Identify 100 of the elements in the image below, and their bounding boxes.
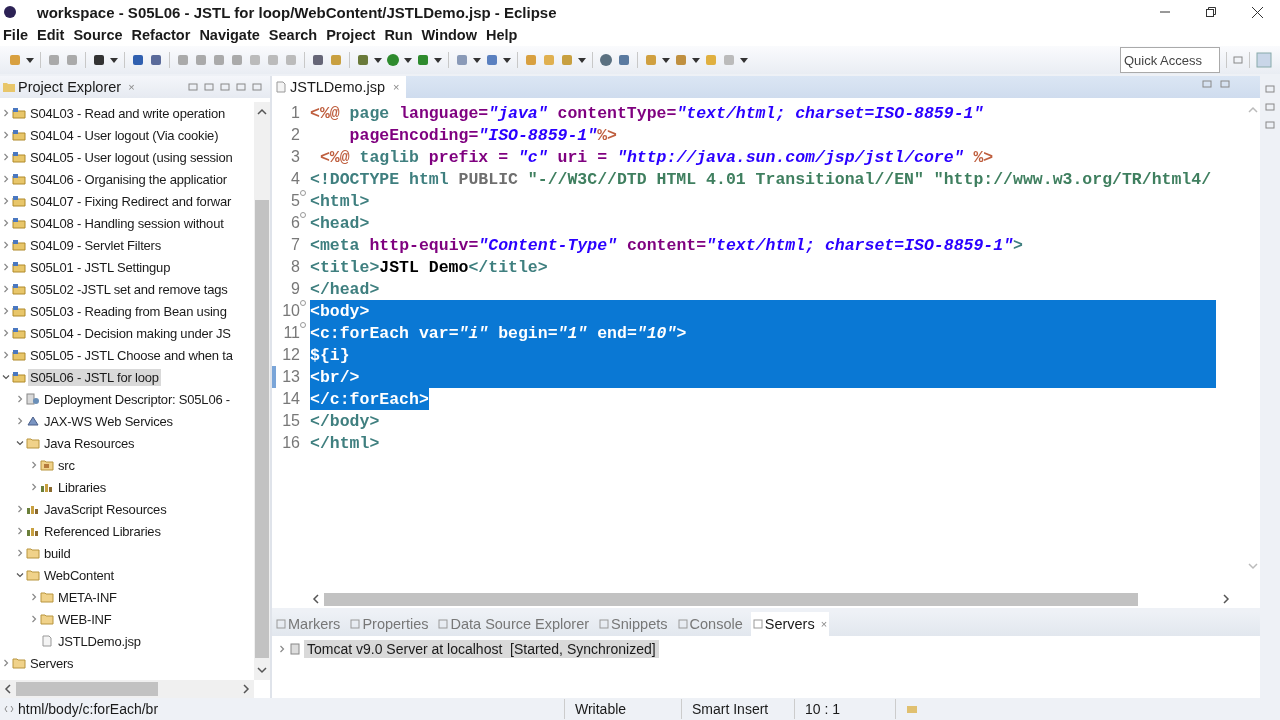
tree-item[interactable]: S05L05 - JSTL Choose and when ta xyxy=(28,346,235,364)
scroll-right-icon[interactable] xyxy=(242,684,250,694)
view-tab[interactable]: Data Source Explorer xyxy=(450,616,590,632)
chevron-right-icon[interactable] xyxy=(2,285,10,293)
close-icon[interactable]: × xyxy=(393,81,400,93)
dropdown-icon[interactable] xyxy=(110,57,118,63)
tree-item[interactable]: S04L03 - Read and write operation xyxy=(28,104,228,122)
tree-item[interactable]: Referenced Libraries xyxy=(42,522,163,540)
dropdown-icon[interactable] xyxy=(26,57,34,63)
chevron-right-icon[interactable] xyxy=(278,645,286,653)
scroll-up-icon[interactable] xyxy=(257,108,267,116)
tree-item[interactable]: Java Resources xyxy=(42,434,137,452)
chevron-right-icon[interactable] xyxy=(2,307,10,315)
chevron-right-icon[interactable] xyxy=(2,175,10,183)
view-tab[interactable]: Properties xyxy=(362,616,429,632)
tree-item[interactable]: JAX-WS Web Services xyxy=(42,412,175,430)
view-tab[interactable]: Console xyxy=(689,616,743,632)
tree-item[interactable]: build xyxy=(42,544,73,562)
dropdown-icon[interactable] xyxy=(434,57,442,63)
toolbar-icon[interactable] xyxy=(311,53,325,67)
scroll-left-icon[interactable] xyxy=(4,684,12,694)
dropdown-icon[interactable] xyxy=(740,57,748,63)
tree-item[interactable]: S05L03 - Reading from Bean using xyxy=(28,302,229,320)
toolbar-icon[interactable] xyxy=(131,53,145,67)
server-item[interactable]: Tomcat v9.0 Server at localhost [Started, Synchronized] xyxy=(304,640,659,658)
dropdown-icon[interactable] xyxy=(374,57,382,63)
chevron-right-icon[interactable] xyxy=(2,197,10,205)
dropdown-icon[interactable] xyxy=(404,57,412,63)
close-icon[interactable]: × xyxy=(820,618,828,630)
minimize-icon[interactable] xyxy=(1202,79,1212,89)
menu-item[interactable]: Source xyxy=(73,26,123,44)
chevron-right-icon[interactable] xyxy=(2,241,10,249)
tree-item[interactable]: S04L09 - Servlet Filters xyxy=(28,236,164,254)
scroll-left-icon[interactable] xyxy=(312,594,320,604)
chevron-down-icon[interactable] xyxy=(16,439,24,447)
dropdown-icon[interactable] xyxy=(473,57,481,63)
tree-item[interactable]: Deployment Descriptor: S05L06 - xyxy=(42,390,232,408)
fold-icon[interactable] xyxy=(300,190,306,196)
minimize-icon[interactable] xyxy=(236,82,246,92)
maximize-icon[interactable] xyxy=(1220,79,1230,89)
chevron-right-icon[interactable] xyxy=(30,615,38,623)
dropdown-icon[interactable] xyxy=(503,57,511,63)
chevron-right-icon[interactable] xyxy=(16,549,24,557)
tree-item[interactable]: JavaScript Resources xyxy=(42,500,169,518)
menu-item[interactable]: Navigate xyxy=(199,26,260,44)
tree-item[interactable]: S04L04 - User logout (Via cookie) xyxy=(28,126,221,144)
chevron-right-icon[interactable] xyxy=(2,219,10,227)
chevron-right-icon[interactable] xyxy=(16,395,24,403)
dropdown-icon[interactable] xyxy=(578,57,586,63)
chevron-down-icon[interactable] xyxy=(16,571,24,579)
chevron-right-icon[interactable] xyxy=(30,593,38,601)
chevron-right-icon[interactable] xyxy=(2,659,10,667)
dropdown-icon[interactable] xyxy=(692,57,700,63)
chevron-right-icon[interactable] xyxy=(2,131,10,139)
scroll-right-icon[interactable] xyxy=(1222,594,1230,604)
chevron-right-icon[interactable] xyxy=(2,329,10,337)
close-icon[interactable] xyxy=(1251,6,1263,18)
chevron-right-icon[interactable] xyxy=(30,483,38,491)
chevron-right-icon[interactable] xyxy=(30,461,38,469)
chevron-right-icon[interactable] xyxy=(2,109,10,117)
quick-access-field[interactable]: Quick Access xyxy=(1120,47,1220,73)
maximize-icon[interactable] xyxy=(252,82,262,92)
view-tab[interactable]: Markers xyxy=(288,616,341,632)
tree-item[interactable]: S04L06 - Organising the applicatior xyxy=(28,170,229,188)
menu-item[interactable]: Refactor xyxy=(131,26,191,44)
tree-item[interactable]: Servers xyxy=(28,654,76,672)
fold-icon[interactable] xyxy=(300,300,306,306)
view-title[interactable]: Project Explorer xyxy=(18,79,122,95)
tree-item[interactable]: S05L06 - JSTL for loop xyxy=(28,368,161,386)
fold-icon[interactable] xyxy=(300,212,306,218)
toolbar-icon[interactable] xyxy=(92,53,106,67)
chevron-right-icon[interactable] xyxy=(2,153,10,161)
scrollbar[interactable] xyxy=(254,102,270,680)
chevron-right-icon[interactable] xyxy=(2,351,10,359)
tree-item[interactable]: S04L08 - Handling session without xyxy=(28,214,226,232)
menu-item[interactable]: Run xyxy=(384,26,413,44)
dropdown-icon[interactable] xyxy=(662,57,670,63)
view-tab[interactable]: Snippets xyxy=(611,616,668,632)
menu-item[interactable]: Edit xyxy=(37,26,65,44)
tree-item[interactable]: WEB-INF xyxy=(56,610,114,628)
scroll-down-icon[interactable] xyxy=(257,666,267,674)
tree-item[interactable]: S05L02 -JSTL set and remove tags xyxy=(28,280,230,298)
tree-item[interactable]: S05L04 - Decision making under JS xyxy=(28,324,233,342)
tree-item[interactable]: S04L07 - Fixing Redirect and forwar xyxy=(28,192,234,210)
chevron-right-icon[interactable] xyxy=(16,417,24,425)
menu-item[interactable]: Window xyxy=(421,26,477,44)
tree-item[interactable]: S05L01 - JSTL Settingup xyxy=(28,258,173,276)
tree-item[interactable]: src xyxy=(56,456,77,474)
menu-item[interactable]: Search xyxy=(268,26,318,44)
chevron-right-icon[interactable] xyxy=(2,263,10,271)
chevron-right-icon[interactable] xyxy=(16,505,24,513)
view-tab[interactable]: Servers xyxy=(764,616,815,632)
tree-item[interactable]: WebContent xyxy=(42,566,117,584)
menu-item[interactable]: Project xyxy=(326,26,376,44)
menu-item[interactable]: Help xyxy=(486,26,518,44)
chevron-down-icon[interactable] xyxy=(2,373,10,381)
fold-icon[interactable] xyxy=(300,322,306,328)
editor-tab[interactable]: JSTLDemo.jsp × xyxy=(272,76,406,98)
tree-item[interactable]: JSTLDemo.jsp xyxy=(56,632,143,650)
menu-item[interactable]: File xyxy=(3,26,28,44)
